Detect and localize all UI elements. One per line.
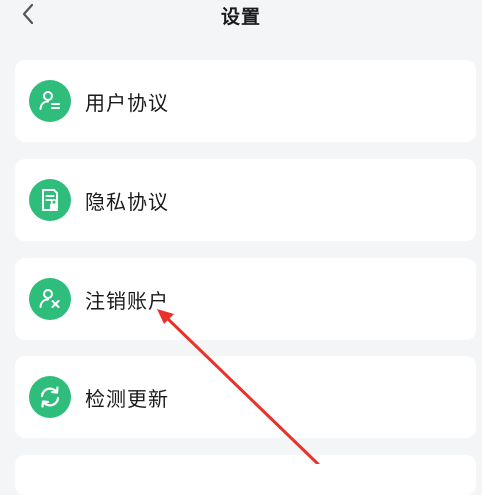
privacy-document-icon — [29, 179, 71, 221]
menu-item-privacy-agreement[interactable]: 隐私协议 — [15, 159, 476, 241]
menu-item-label: 注销账户 — [85, 288, 169, 313]
check-update-icon — [29, 376, 71, 418]
delete-account-icon — [29, 278, 71, 320]
menu-item-partial[interactable] — [15, 455, 476, 495]
menu-item-label: 检测更新 — [85, 386, 169, 411]
page-title: 设置 — [220, 6, 261, 28]
menu-item-delete-account[interactable]: 注销账户 — [15, 258, 476, 340]
menu-item-label: 用户协议 — [85, 90, 169, 115]
menu-item-user-agreement[interactable]: 用户协议 — [15, 60, 476, 142]
header-bar: 设置 — [0, 0, 482, 36]
user-agreement-icon — [29, 80, 71, 122]
menu-item-label: 隐私协议 — [85, 189, 169, 214]
menu-item-check-update[interactable]: 检测更新 — [15, 356, 476, 438]
